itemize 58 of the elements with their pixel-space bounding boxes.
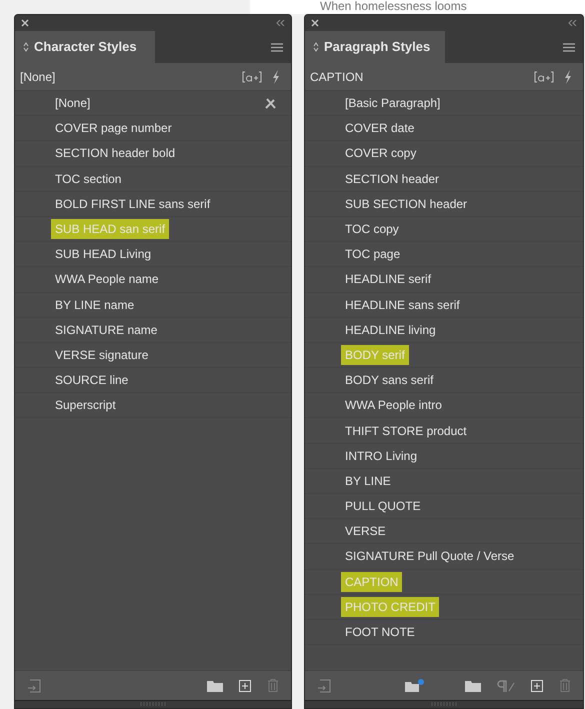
style-item[interactable]: [Basic Paragraph] bbox=[341, 93, 444, 114]
current-style: [None] bbox=[20, 68, 56, 86]
load-styles-icon[interactable] bbox=[317, 678, 331, 692]
style-item[interactable]: TOC section bbox=[51, 168, 126, 189]
new-style-icon[interactable] bbox=[242, 70, 262, 82]
add-icon[interactable] bbox=[239, 680, 251, 692]
resize-grip-icon[interactable] bbox=[140, 701, 166, 707]
style-item[interactable]: COVER date bbox=[341, 118, 418, 138]
lightning-icon[interactable] bbox=[272, 70, 280, 84]
folder-sync-icon[interactable] bbox=[405, 678, 425, 692]
collapse-icon[interactable] bbox=[568, 20, 577, 26]
style-item[interactable]: INTRO Living bbox=[341, 446, 422, 466]
style-item[interactable]: HEADLINE serif bbox=[341, 269, 436, 290]
lightning-icon[interactable] bbox=[564, 70, 572, 84]
style-item[interactable]: WWA People name bbox=[51, 269, 163, 290]
style-item[interactable]: VERSE bbox=[341, 521, 390, 542]
style-item[interactable]: BY LINE bbox=[341, 470, 395, 491]
new-style-icon[interactable] bbox=[534, 70, 554, 82]
style-item[interactable]: TOC copy bbox=[341, 219, 403, 240]
folder-icon[interactable] bbox=[207, 680, 223, 692]
style-item[interactable]: VERSE signature bbox=[51, 344, 152, 365]
style-item[interactable]: HEADLINE living bbox=[341, 320, 440, 340]
style-item[interactable]: SOURCE line bbox=[51, 370, 132, 390]
style-item[interactable]: WWA People intro bbox=[341, 395, 446, 416]
load-styles-icon[interactable] bbox=[27, 678, 41, 692]
add-icon[interactable] bbox=[531, 680, 543, 692]
panel-tab[interactable]: Character Styles bbox=[15, 31, 155, 63]
style-item[interactable]: HEADLINE sans serif bbox=[341, 294, 464, 315]
style-item[interactable]: SECTION header bbox=[341, 168, 444, 189]
style-item[interactable]: FOOT NOTE bbox=[341, 622, 419, 642]
style-item[interactable]: BY LINE name bbox=[51, 294, 138, 315]
sort-arrows-icon bbox=[23, 42, 29, 52]
style-item[interactable]: Superscript bbox=[51, 395, 120, 416]
style-item[interactable]: [None] bbox=[51, 93, 94, 114]
style-item[interactable]: SIGNATURE name bbox=[51, 320, 162, 340]
current-style: CAPTION bbox=[310, 68, 364, 86]
style-item[interactable]: SUB HEAD Living bbox=[51, 244, 156, 264]
style-item[interactable]: THIFT STORE product bbox=[341, 420, 471, 441]
style-item[interactable]: PULL QUOTE bbox=[341, 496, 425, 516]
style-item[interactable]: SECTION header bold bbox=[51, 143, 180, 164]
menu-icon[interactable] bbox=[563, 42, 575, 52]
menu-icon[interactable] bbox=[271, 42, 283, 52]
folder-icon[interactable] bbox=[465, 680, 481, 692]
style-item[interactable]: SIGNATURE Pull Quote / Verse bbox=[341, 546, 518, 566]
sort-arrows-icon bbox=[313, 42, 319, 52]
clear-overrides-icon[interactable] bbox=[497, 680, 515, 692]
style-item[interactable]: TOC page bbox=[341, 244, 404, 264]
style-item[interactable]: BODY sans serif bbox=[341, 370, 438, 390]
style-item[interactable]: COVER copy bbox=[341, 143, 420, 164]
collapse-icon[interactable] bbox=[276, 20, 285, 26]
close-icon[interactable] bbox=[21, 19, 29, 27]
background-text: When homelessness looms bbox=[320, 0, 467, 13]
panel-tab[interactable]: Paragraph Styles bbox=[305, 31, 445, 63]
style-item[interactable]: COVER page number bbox=[51, 118, 176, 138]
style-item[interactable]: SUB SECTION header bbox=[341, 194, 472, 214]
style-item[interactable]: BOLD FIRST LINE sans serif bbox=[51, 194, 214, 214]
resize-grip-icon[interactable] bbox=[431, 701, 457, 707]
close-icon[interactable] bbox=[311, 19, 319, 27]
